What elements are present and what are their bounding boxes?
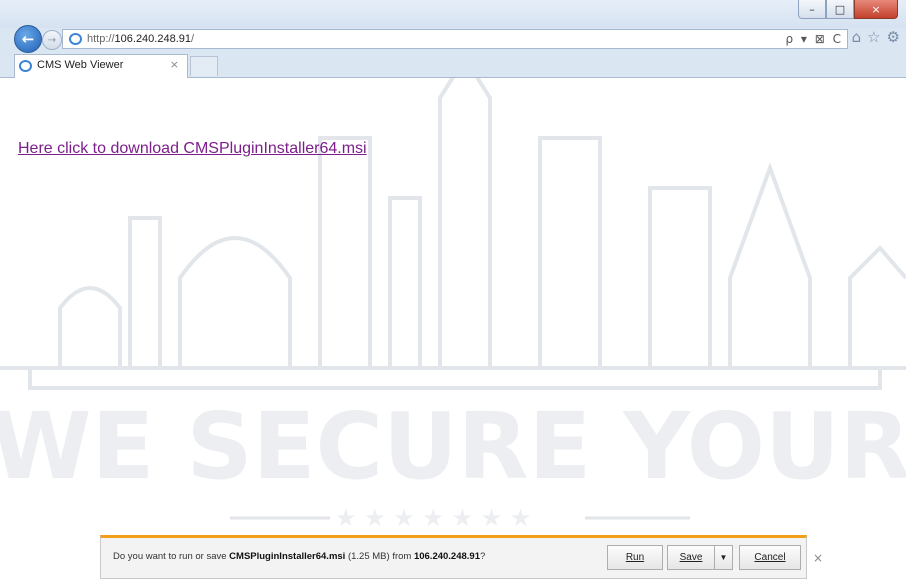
save-button[interactable]: Save (667, 545, 714, 570)
browser-chrome: – □ × ← → http://106.240.248.91/ ρ ▾ ⊠ C… (0, 0, 906, 78)
minimize-button[interactable]: – (798, 0, 826, 19)
ie-logo-icon (19, 60, 32, 72)
tab-close-icon[interactable]: × (170, 58, 179, 71)
home-icon[interactable]: ⌂ (852, 28, 862, 46)
chevron-down-icon: ▼ (719, 553, 728, 562)
ie-logo-icon (69, 33, 82, 45)
window-controls: – □ × (798, 0, 898, 20)
url-text[interactable]: http://106.240.248.91/ (87, 33, 194, 45)
tab-cms-web-viewer[interactable]: CMS Web Viewer × (14, 54, 188, 78)
forward-arrow-icon: → (47, 34, 57, 46)
cancel-button[interactable]: Cancel (739, 545, 801, 570)
address-bar[interactable]: http://106.240.248.91/ ρ ▾ ⊠ C (62, 29, 848, 49)
back-button[interactable]: ← (14, 25, 42, 53)
gear-icon[interactable]: ⚙ (887, 28, 900, 46)
page-content: WE SECURE YOUR LIFE ★ ★ ★ ★ ★ ★ ★ Here c… (0, 78, 906, 580)
address-tools[interactable]: ρ ▾ ⊠ C (785, 32, 843, 46)
download-notification-bar: Do you want to run or save CMSPluginInst… (100, 535, 823, 579)
notification-message: Do you want to run or save CMSPluginInst… (113, 551, 486, 562)
tab-label: CMS Web Viewer (37, 59, 124, 71)
forward-button[interactable]: → (42, 30, 62, 50)
toolbar-right: ⌂ ☆ ⚙ (852, 28, 900, 46)
close-window-button[interactable]: × (854, 0, 898, 19)
run-button[interactable]: Run (607, 545, 663, 570)
favorites-star-icon[interactable]: ☆ (867, 28, 880, 46)
navigation-row: ← → http://106.240.248.91/ ρ ▾ ⊠ C ⌂ ☆ ⚙ (0, 24, 906, 54)
watermark-text: WE SECURE YOUR LIFE (0, 393, 906, 500)
download-link[interactable]: Here click to download CMSPluginInstalle… (18, 140, 367, 158)
close-notification-icon[interactable]: × (813, 551, 823, 565)
back-arrow-icon: ← (21, 30, 35, 48)
maximize-button[interactable]: □ (826, 0, 854, 19)
new-tab-button[interactable] (190, 56, 218, 76)
svg-text:★ ★ ★ ★ ★ ★ ★: ★ ★ ★ ★ ★ ★ ★ (335, 504, 531, 532)
tab-row: CMS Web Viewer × (0, 54, 906, 78)
save-options-dropdown[interactable]: ▼ (714, 545, 733, 570)
